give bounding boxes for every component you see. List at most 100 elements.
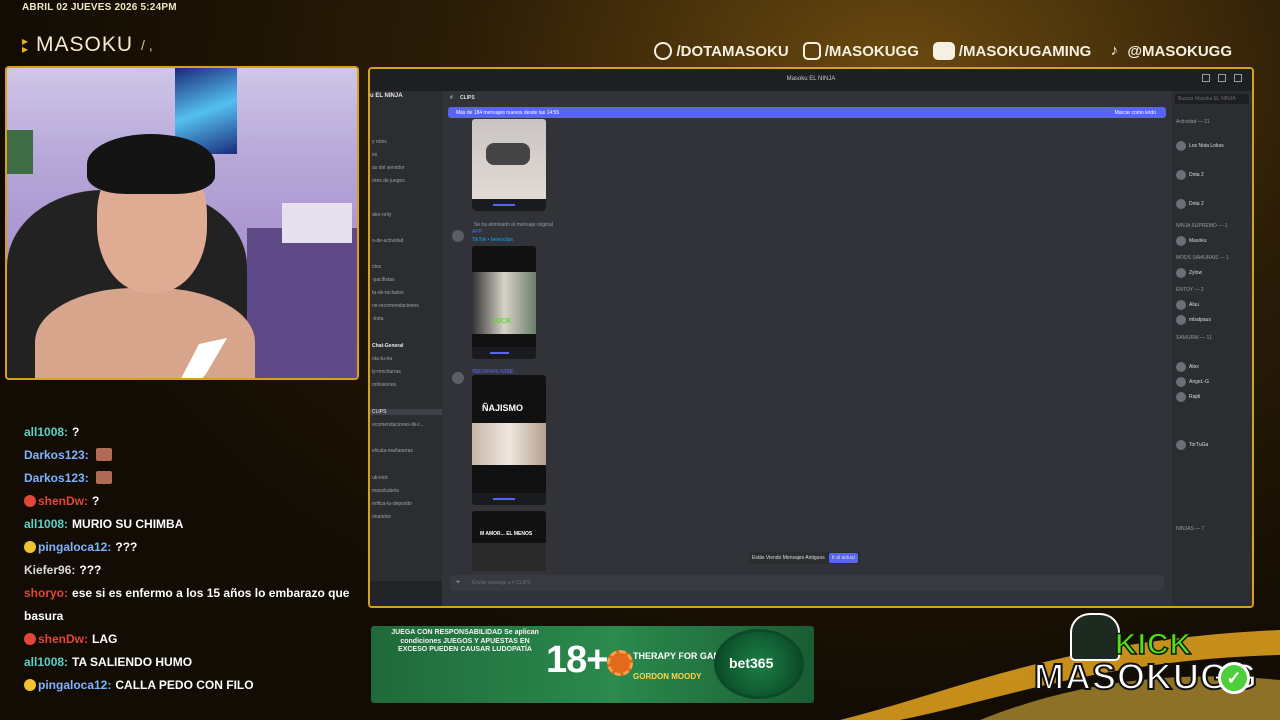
chat-text: ??? bbox=[79, 563, 102, 577]
chat-username[interactable]: pingaloca12 bbox=[38, 540, 107, 554]
channel-item[interactable]: onatelos bbox=[370, 514, 391, 520]
channel-item[interactable]: ub-kick bbox=[370, 475, 388, 481]
chat-username[interactable]: shoryo bbox=[24, 586, 64, 600]
member-item[interactable]: Aluu bbox=[1176, 300, 1199, 310]
message-subtext[interactable]: TikTok • belenclips bbox=[472, 237, 513, 243]
message-input[interactable]: + Enviar mensaje a # CLIPS bbox=[450, 575, 1164, 591]
media-controls[interactable] bbox=[472, 493, 546, 505]
channel-item[interactable]: Chat-General bbox=[370, 343, 403, 349]
message-input-placeholder: Enviar mensaje a # CLIPS bbox=[472, 580, 531, 586]
chat-message: pingaloca12: CALLA PEDO CON FILO bbox=[24, 674, 360, 697]
member-item[interactable]: Rajiti bbox=[1176, 392, 1200, 402]
search-input[interactable]: Buscar Masoku EL NINJA bbox=[1175, 94, 1249, 104]
webcam-scene bbox=[7, 68, 357, 378]
media-controls[interactable] bbox=[472, 347, 536, 359]
message-author[interactable]: APP bbox=[472, 229, 482, 235]
maximize-button[interactable] bbox=[1218, 74, 1226, 82]
author-avatar[interactable] bbox=[452, 230, 464, 242]
chat-message: all1008:? bbox=[24, 421, 360, 444]
chat-emote-icon bbox=[95, 471, 112, 484]
channel-item[interactable]: ecomendaciones-tik-t... bbox=[370, 422, 424, 428]
member-avatar bbox=[1176, 199, 1186, 209]
member-item[interactable]: Alex bbox=[1176, 362, 1199, 372]
channel-item[interactable]: o-de-actividad bbox=[370, 238, 403, 244]
member-item[interactable]: Dota 2 bbox=[1176, 199, 1204, 209]
channel-item[interactable]: ctos bbox=[370, 264, 381, 270]
member-item[interactable]: Zylow bbox=[1176, 268, 1202, 278]
channel-item[interactable]: erifica-tu-deposito bbox=[370, 501, 412, 507]
close-button[interactable] bbox=[1234, 74, 1242, 82]
channel-item[interactable]: y roles bbox=[370, 139, 387, 145]
social-instagram-label: /MASOKUGG bbox=[824, 42, 919, 60]
channel-item[interactable]: ator-only bbox=[370, 212, 391, 218]
chat-username[interactable]: Kiefer96 bbox=[24, 563, 71, 577]
chat-message: Darkos123: bbox=[24, 467, 360, 490]
video-caption-3: M AMOR... EL MENOS bbox=[480, 531, 533, 537]
social-instagram: /MASOKUGG bbox=[802, 42, 919, 60]
member-avatar bbox=[1176, 141, 1186, 151]
window-controls bbox=[1202, 74, 1242, 82]
chat-text: ? bbox=[72, 425, 80, 439]
member-item[interactable]: AngeL-G bbox=[1176, 377, 1209, 387]
member-item[interactable]: Dota 2 bbox=[1176, 170, 1204, 180]
member-name: Aluu bbox=[1189, 302, 1200, 308]
clip-video-3[interactable]: M AMOR... EL MENOS bbox=[472, 511, 546, 571]
minimize-button[interactable] bbox=[1202, 74, 1210, 82]
chat-username[interactable]: Darkos123 bbox=[24, 471, 85, 485]
author-avatar-2[interactable] bbox=[452, 372, 464, 384]
user-panel[interactable] bbox=[370, 581, 442, 606]
member-item[interactable]: Los Nota Lokos bbox=[1176, 141, 1224, 151]
chat-text: ? bbox=[92, 494, 100, 508]
brand-name: MASOKU bbox=[36, 33, 134, 56]
mark-read-button[interactable]: Marcar como leído bbox=[1115, 110, 1156, 116]
channel-item[interactable]: ta-de-teclados bbox=[370, 290, 404, 296]
channel-item[interactable]: -pacifistas bbox=[370, 277, 395, 283]
channel-item[interactable]: ota-tu-ira bbox=[370, 356, 392, 362]
clip-video-2[interactable]: ÑAJISMO bbox=[472, 375, 546, 505]
verified-check-icon: ✓ bbox=[1218, 662, 1250, 694]
channel-item[interactable]: onfesiones bbox=[370, 382, 396, 388]
youtube-icon bbox=[932, 42, 955, 60]
channel-item[interactable]: masokubets bbox=[370, 488, 399, 494]
channel-item[interactable]: es bbox=[370, 152, 377, 158]
channel-item[interactable]: ores de juegos bbox=[370, 178, 405, 184]
chat-username[interactable]: Darkos123 bbox=[24, 448, 85, 462]
clip-video-1[interactable]: KICK bbox=[472, 246, 536, 359]
member-item[interactable]: mbatpaus bbox=[1176, 315, 1211, 325]
chat-username[interactable]: all1008 bbox=[24, 655, 64, 669]
chat-username[interactable]: shenDw bbox=[38, 494, 84, 508]
channel-item[interactable]: elicula-mañaneras bbox=[370, 448, 413, 454]
new-messages-banner[interactable]: Más de 184 mensajes nuevos desde las 14:… bbox=[448, 107, 1166, 118]
discord-window: Masoku EL NINJA u EL NINJA y roles es as d… bbox=[368, 67, 1254, 608]
chat-username[interactable]: all1008 bbox=[24, 425, 64, 439]
channel-item[interactable]: ly-mnchurras bbox=[370, 369, 401, 375]
channel-item[interactable]: ne-recomendaciones bbox=[370, 303, 419, 309]
media-controls[interactable] bbox=[472, 199, 546, 211]
channel-item[interactable]: CLIPS bbox=[370, 409, 442, 415]
datetime-label: ABRIL 02 JUEVES 2026 5:24PM bbox=[22, 2, 177, 13]
member-item[interactable]: TorTuGa bbox=[1176, 440, 1208, 450]
chat-message: all1008: MURIO SU CHIMBA bbox=[24, 513, 360, 536]
chat-message: pingaloca12:??? bbox=[24, 536, 360, 559]
channel-item[interactable]: -bota bbox=[370, 316, 383, 322]
channel-item[interactable]: as del servidor bbox=[370, 165, 405, 171]
add-attachment-icon[interactable]: + bbox=[456, 579, 460, 586]
media-progress[interactable] bbox=[492, 498, 515, 500]
jump-to-present-button[interactable]: Ir al actual bbox=[828, 553, 858, 563]
chat-username[interactable]: pingaloca12 bbox=[38, 678, 107, 692]
media-progress[interactable] bbox=[489, 352, 510, 354]
chat-username[interactable]: all1008 bbox=[24, 517, 64, 531]
member-name: TorTuGa bbox=[1189, 442, 1209, 448]
clip-image-1[interactable] bbox=[472, 119, 546, 211]
server-name[interactable]: u EL NINJA bbox=[370, 93, 403, 99]
chat-username[interactable]: shenDw bbox=[38, 632, 84, 646]
chat-panel: all1008:? Darkos123: Darkos123: shenDw:? all… bbox=[24, 421, 360, 697]
user-badge-icon bbox=[24, 679, 36, 691]
webcam-frame bbox=[5, 66, 359, 380]
member-group-heading: Actividad — 21 bbox=[1176, 119, 1210, 125]
member-name: Masoku bbox=[1189, 238, 1207, 244]
member-avatar bbox=[1176, 315, 1186, 325]
media-progress[interactable] bbox=[492, 204, 515, 206]
ninja-mascot-icon bbox=[1070, 613, 1120, 661]
member-item[interactable]: Masoku bbox=[1176, 236, 1207, 246]
